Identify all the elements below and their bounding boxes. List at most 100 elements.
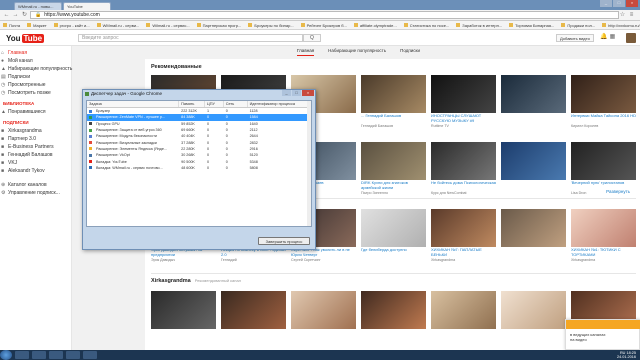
video-card[interactable]: ИНОСТРАНЦЫ СЛУШАЮТ РУССКУЮ МУЗЫКУ #9 Rutt…	[431, 75, 496, 128]
add-video-button[interactable]: Добавить видео	[556, 34, 594, 42]
bookmark-item[interactable]: WMmail.ru - серви...	[97, 23, 140, 28]
bookmark-item[interactable]: prorpo - кайт и...	[54, 23, 90, 28]
taskbar-app[interactable]	[83, 351, 97, 359]
video-title[interactable]: Где белиберда доступно	[361, 248, 426, 258]
end-process-button[interactable]: Завершить процесс	[258, 237, 310, 245]
video-card[interactable]: Интервью Майка Тайсона 2016 HD Кирилл Кор…	[571, 75, 636, 128]
video-title[interactable]: ХИХИКАН №7: ПАПЛАТЫЕ БЕНЬКИ	[431, 248, 496, 258]
video-title[interactable]	[501, 181, 566, 191]
subscription-item[interactable]: ■ Геннадий Балашов	[0, 151, 71, 159]
video-card[interactable]: ХИХИКАН №7: ПАПЛАТЫЕ БЕНЬКИ Xirkasgrandma	[431, 209, 496, 262]
bookmark-item[interactable]: http://xxxkomu.ru/...	[602, 23, 640, 28]
tab-trending[interactable]: Набирающие популярность	[328, 48, 386, 56]
taskbar-app[interactable]	[15, 351, 29, 359]
video-thumbnail[interactable]	[501, 142, 566, 180]
video-author[interactable]: Эрик Давидыч	[151, 258, 216, 262]
sidebar-item[interactable]: ⊕ Каталог каналов	[0, 181, 71, 189]
reload-icon[interactable]: ↻	[21, 12, 28, 19]
forward-icon[interactable]: →	[12, 12, 19, 19]
video-author[interactable]: Кирилл Королев	[571, 124, 636, 128]
video-card[interactable]: ХИХИКАН №1: ТЮТИКИ С ТОРТИКАМИ Xirkasgran…	[571, 209, 636, 262]
process-row[interactable]: Вкладка: WMmail.ru - сервис почтово... 48…	[87, 165, 311, 171]
column-header[interactable]: ЦПУ	[205, 101, 224, 107]
taskbar-app[interactable]	[66, 351, 80, 359]
bookmark-item[interactable]: Рейтинг Брокеров б...	[301, 23, 347, 28]
url-input[interactable]: 🔒 https://www.youtube.com	[30, 11, 619, 19]
bookmark-item[interactable]: Заработок в интерн...	[456, 23, 502, 28]
search-input[interactable]: Введите запрос	[78, 34, 303, 42]
video-author[interactable]: Геннадий	[221, 258, 286, 262]
bookmark-item[interactable]: Маркет	[27, 23, 47, 28]
video-title[interactable]	[501, 248, 566, 258]
video-card[interactable]	[501, 142, 566, 195]
bookmark-item[interactable]: Почта	[3, 23, 20, 28]
sidebar-item[interactable]: ▲ Набирающие популярность	[0, 65, 72, 73]
column-header[interactable]: Идентификатор процесса	[248, 101, 311, 107]
apps-icon[interactable]: ▦	[609, 34, 616, 41]
video-author[interactable]: Геннадий Балашов	[361, 124, 426, 128]
maximize-icon[interactable]: □	[613, 0, 625, 7]
video-card[interactable]	[291, 291, 356, 329]
youtube-logo[interactable]: You Tube	[6, 34, 45, 43]
video-thumbnail[interactable]	[571, 142, 636, 180]
video-card[interactable]	[501, 75, 566, 128]
expand-link[interactable]: Развернуть	[606, 189, 630, 194]
video-thumbnail[interactable]	[431, 142, 496, 180]
avatar[interactable]	[626, 33, 636, 43]
notifications-icon[interactable]: 🔔	[600, 34, 607, 41]
video-thumbnail[interactable]	[361, 291, 426, 329]
menu-icon[interactable]: ≡	[628, 12, 635, 19]
sidebar-item[interactable]: ● Мой канал	[0, 57, 71, 65]
sidebar-item[interactable]: ▲ Понравившиеся	[0, 108, 71, 116]
video-thumbnail[interactable]	[501, 291, 566, 329]
taskbar-app[interactable]	[49, 351, 63, 359]
browser-tab-active[interactable]: YouTube	[63, 2, 111, 10]
column-header[interactable]: Сеть	[224, 101, 248, 107]
tab-subscriptions[interactable]: Подписки	[400, 48, 420, 56]
bookmark-item[interactable]: Броукеры по бинар...	[248, 23, 293, 28]
video-thumbnail[interactable]	[291, 291, 356, 329]
back-icon[interactable]: ←	[3, 12, 10, 19]
bookmark-item[interactable]: Торговая Бинарная...	[509, 23, 554, 28]
maximize-icon[interactable]: □	[292, 90, 301, 96]
minimize-icon[interactable]: _	[282, 90, 291, 96]
subscription-item[interactable]: ■ Aleksandr Tykov	[0, 167, 71, 175]
video-card[interactable]: Не бойтесь дома Психологическая Курс для …	[431, 142, 496, 195]
video-card[interactable]	[431, 291, 496, 329]
bookmark-item[interactable]: affiliate.olymptrade...	[354, 23, 397, 28]
video-thumbnail[interactable]	[361, 142, 426, 180]
video-card[interactable]: DIRK Кухни для знатоков армейской жизни П…	[361, 142, 426, 195]
subscription-item[interactable]: ■ E-Business Partners	[0, 143, 71, 151]
sidebar-item[interactable]: ⌂ Главная	[0, 49, 71, 57]
video-title[interactable]: Не бойтесь дома Психологическая	[431, 181, 496, 191]
column-header[interactable]: Память	[179, 101, 205, 107]
sidebar-item[interactable]: ▤ Подписки	[0, 73, 71, 81]
scrollbar[interactable]	[307, 101, 311, 226]
video-thumbnail[interactable]	[221, 291, 286, 329]
video-thumbnail[interactable]	[431, 209, 496, 247]
video-title[interactable]: DIRK Кухни для знатоков армейской жизни	[361, 181, 426, 191]
video-card[interactable]: 'Вечерний пунк' трилистанов Lisa Dron	[571, 142, 636, 195]
column-header[interactable]: Задача	[87, 101, 180, 107]
close-icon[interactable]: ×	[626, 0, 638, 7]
video-title[interactable]: ИНОСТРАНЦЫ СЛУШАЮТ РУССКУЮ МУЗЫКУ #9	[431, 114, 496, 124]
browser-tab[interactable]: WMmail.ru - новы...	[14, 2, 62, 10]
video-title[interactable]: ... Геннадий Балашов	[361, 114, 426, 124]
video-thumbnail[interactable]	[571, 209, 636, 247]
video-card[interactable]	[361, 291, 426, 329]
video-author[interactable]: Xirkasgrandma	[571, 258, 636, 262]
taskbar-app[interactable]	[32, 351, 46, 359]
video-thumbnail[interactable]	[361, 209, 426, 247]
video-thumbnail[interactable]	[501, 75, 566, 113]
subscription-item[interactable]: ■ Xirkasgrandma	[0, 127, 71, 135]
video-author[interactable]: Пьеро Зингелло	[361, 191, 426, 195]
sidebar-item[interactable]: ◷ Посмотреть позже	[0, 89, 71, 97]
bookmark-item[interactable]: Статистика по посе...	[404, 23, 450, 28]
video-card[interactable]: ... Геннадий Балашов Геннадий Балашов	[361, 75, 426, 128]
notification-popup[interactable]: в ведущих каналах на видео	[565, 319, 640, 350]
video-thumbnail[interactable]	[571, 75, 636, 113]
bookmark-item[interactable]: Wilmail.ru - сервис...	[146, 23, 189, 28]
start-button[interactable]	[0, 350, 12, 360]
subscription-item[interactable]: ■ VKJ	[0, 159, 71, 167]
video-title[interactable]: Интервью Майка Тайсона 2016 HD	[571, 114, 636, 124]
